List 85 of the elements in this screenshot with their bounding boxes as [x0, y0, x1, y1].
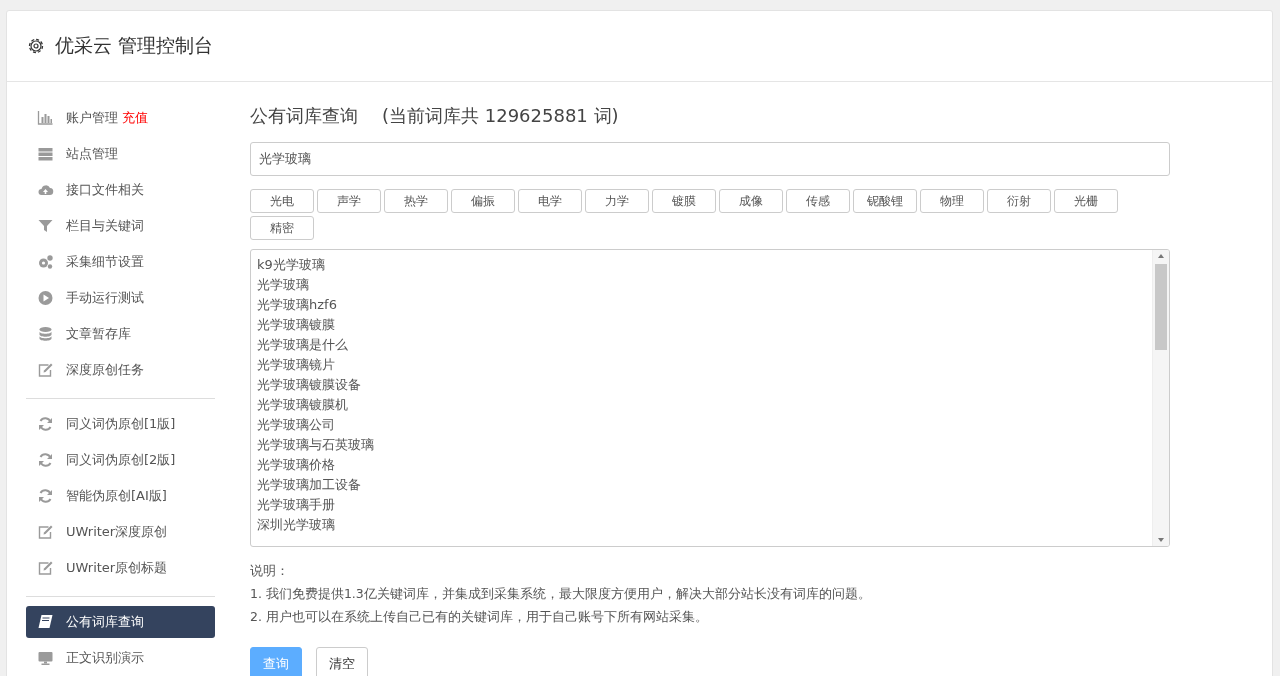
refresh-icon	[37, 416, 54, 432]
server-icon	[37, 146, 54, 162]
edit-icon	[37, 560, 54, 576]
gears-icon	[37, 254, 54, 270]
sidebar-item[interactable]: UWriter深度原创	[26, 516, 215, 548]
note-text: 2. 用户也可以在系统上传自己已有的关键词库，用于自己账号下所有网站采集。	[250, 608, 709, 626]
sidebar-item[interactable]: 深度原创任务	[26, 354, 215, 386]
result-item[interactable]: 光学玻璃是什么	[257, 335, 1146, 355]
filter-icon	[37, 218, 54, 234]
sidebar-label: 同义词伪原创[1版]	[66, 415, 176, 433]
cloud-upload-icon	[37, 182, 54, 198]
sidebar-label: 接口文件相关	[66, 181, 144, 199]
tag-button[interactable]: 成像	[719, 189, 783, 213]
result-item[interactable]: 光学玻璃镀膜机	[257, 395, 1146, 415]
sidebar-label: 账户管理	[66, 109, 118, 127]
bar-chart-icon	[37, 110, 54, 126]
tag-button[interactable]: 偏振	[451, 189, 515, 213]
sidebar-item[interactable]: UWriter原创标题	[26, 552, 215, 584]
tag-button[interactable]: 热学	[384, 189, 448, 213]
result-item[interactable]: 深圳光学玻璃	[257, 515, 1146, 535]
edit-icon	[37, 524, 54, 540]
tag-button[interactable]: 力学	[585, 189, 649, 213]
sidebar-label: 公有词库查询	[66, 613, 144, 631]
sidebar-item[interactable]: 栏目与关键词	[26, 210, 215, 242]
refresh-icon	[37, 488, 54, 504]
tag-button[interactable]: 铌酸锂	[853, 189, 917, 213]
sidebar-label: 文章暂存库	[66, 325, 131, 343]
database-icon	[37, 326, 54, 342]
tag-button[interactable]: 精密	[250, 216, 314, 240]
sidebar-item[interactable]: 正文识别演示	[26, 642, 215, 674]
sidebar-label: 同义词伪原创[2版]	[66, 451, 176, 469]
result-item[interactable]: 光学玻璃镜片	[257, 355, 1146, 375]
tag-button[interactable]: 物理	[920, 189, 984, 213]
results-list[interactable]: k9光学玻璃 光学玻璃 光学玻璃hzf6 光学玻璃镀膜 光学玻璃是什么 光学玻璃镜片 光学玻璃镀膜设备 光学玻璃镀膜机 光学玻璃公司 光学玻璃与石英玻璃 光学玻璃价格 光学玻璃加工设备 光学玻璃手册 深圳光学玻璃	[250, 249, 1170, 547]
tag-button[interactable]: 镀膜	[652, 189, 716, 213]
result-item[interactable]: 光学玻璃镀膜	[257, 315, 1146, 335]
book-icon	[37, 614, 54, 630]
sidebar-item[interactable]: 智能伪原创[AI版]	[26, 480, 215, 512]
tag-button[interactable]: 声学	[317, 189, 381, 213]
result-item[interactable]: 光学玻璃hzf6	[257, 295, 1146, 315]
sidebar-label: UWriter深度原创	[66, 523, 168, 541]
page-title: 公有词库查询	[250, 104, 358, 128]
sidebar-item[interactable]: 手动运行测试	[26, 282, 215, 314]
edit-icon	[37, 362, 54, 378]
result-item[interactable]: k9光学玻璃	[257, 255, 1146, 275]
tag-button[interactable]: 光栅	[1054, 189, 1118, 213]
result-item[interactable]: 光学玻璃	[257, 275, 1146, 295]
result-item[interactable]: 光学玻璃手册	[257, 495, 1146, 515]
notes-heading: 说明：	[250, 562, 290, 580]
note-text: 1. 我们免费提供1.3亿关键词库，并集成到采集系统，最大限度方便用户，解决大部分站长没有词库的问题。	[250, 585, 872, 603]
sidebar-item[interactable]: 同义词伪原创[2版]	[26, 444, 215, 476]
result-item[interactable]: 光学玻璃与石英玻璃	[257, 435, 1146, 455]
sidebar-label: 站点管理	[66, 145, 118, 163]
sidebar-item[interactable]: 账户管理 充值	[26, 102, 215, 134]
sidebar-label: UWriter原创标题	[66, 559, 168, 577]
sidebar-label: 采集细节设置	[66, 253, 144, 271]
sidebar-label: 栏目与关键词	[66, 217, 144, 235]
result-item[interactable]: 光学玻璃加工设备	[257, 475, 1146, 495]
sidebar-item[interactable]: 站点管理	[26, 138, 215, 170]
tag-button[interactable]: 衍射	[987, 189, 1051, 213]
sidebar-label: 深度原创任务	[66, 361, 144, 379]
tag-button[interactable]: 光电	[250, 189, 314, 213]
result-item[interactable]: 光学玻璃价格	[257, 455, 1146, 475]
scrollbar[interactable]	[1152, 250, 1169, 546]
search-field[interactable]: 光学玻璃	[250, 142, 1170, 176]
sidebar-item[interactable]: 公有词库查询	[26, 606, 215, 638]
sidebar-item[interactable]: 采集细节设置	[26, 246, 215, 278]
play-icon	[37, 290, 54, 306]
tag-button[interactable]: 电学	[518, 189, 582, 213]
result-item[interactable]: 光学玻璃公司	[257, 415, 1146, 435]
sidebar-item[interactable]: 文章暂存库	[26, 318, 215, 350]
settings-icon	[27, 37, 45, 55]
sidebar-item[interactable]: 同义词伪原创[1版]	[26, 408, 215, 440]
result-item[interactable]: 光学玻璃镀膜设备	[257, 375, 1146, 395]
refresh-icon	[37, 452, 54, 468]
tag-button[interactable]: 传感	[786, 189, 850, 213]
app-title: 优采云 管理控制台	[55, 33, 214, 58]
clear-button[interactable]: 清空	[316, 647, 368, 676]
sidebar-label: 手动运行测试	[66, 289, 144, 307]
monitor-icon	[37, 650, 54, 666]
sidebar-label: 智能伪原创[AI版]	[66, 487, 167, 505]
word-count-note: (当前词库共 129625881 词)	[382, 104, 619, 128]
sidebar-label: 正文识别演示	[66, 649, 144, 667]
sidebar-item[interactable]: 接口文件相关	[26, 174, 215, 206]
recharge-link[interactable]: 充值	[122, 109, 148, 127]
